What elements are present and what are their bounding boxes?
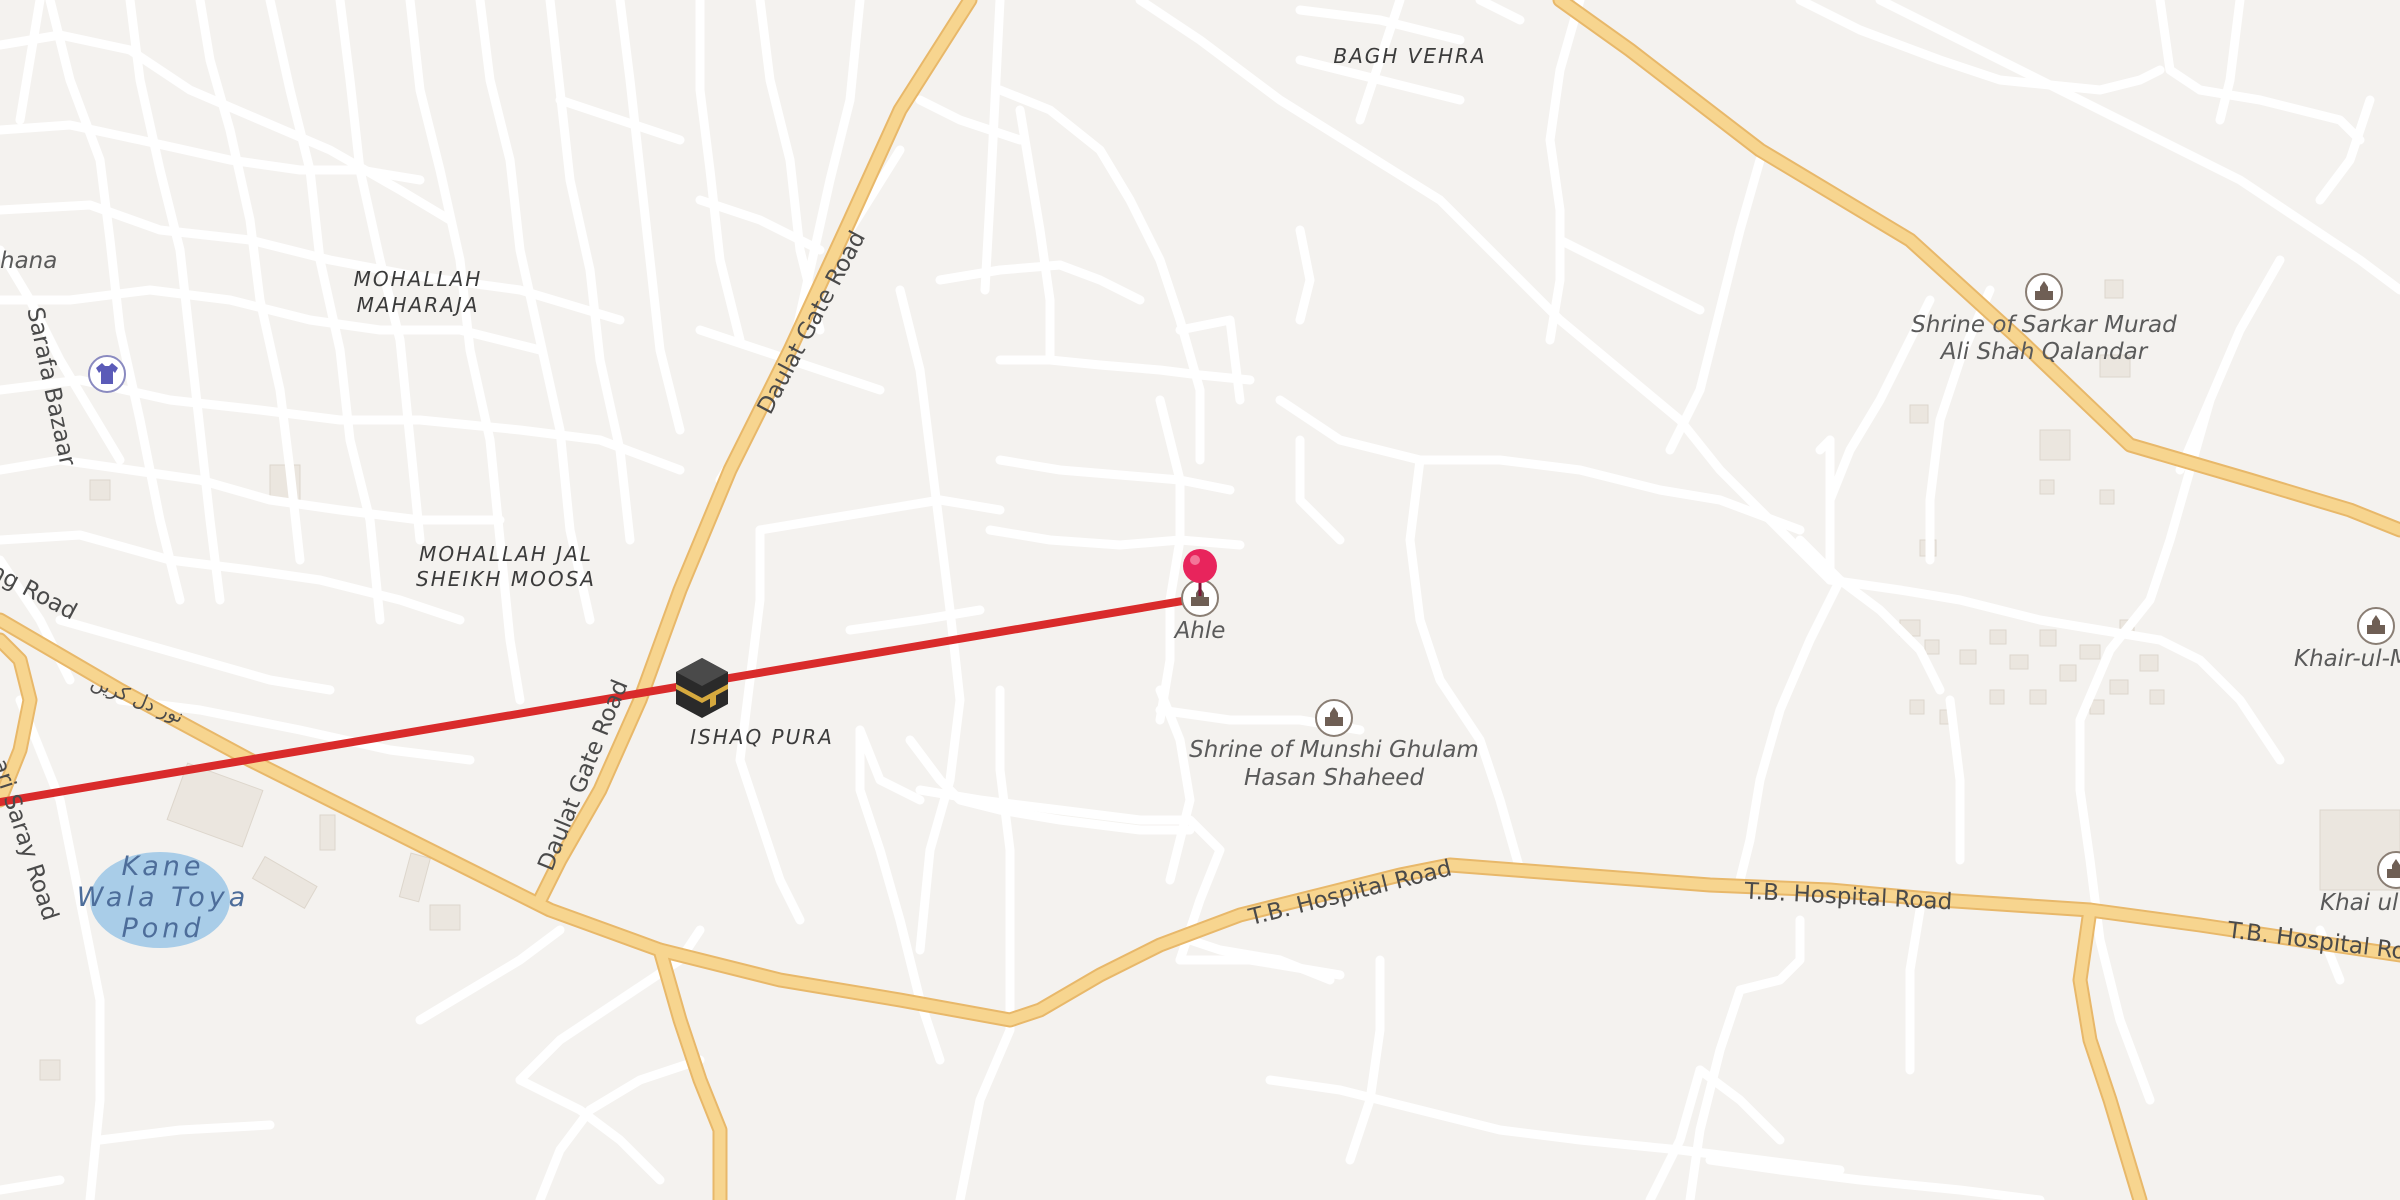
water-label-pond-3: Pond [121, 913, 204, 944]
water-label-pond-1: Kane [121, 851, 204, 882]
poi-label-ahle: Ahle [1173, 618, 1226, 644]
area-label-shana: hana [0, 248, 57, 274]
poi-label-shrine-munshi-1: Shrine of Munshi Ghulam [1189, 737, 1479, 763]
shrine-icon[interactable] [2025, 273, 2063, 311]
area-label-ishaq-pura: ISHAQ PURA [690, 725, 834, 749]
water-label-pond-2: Wala Toya [77, 882, 250, 913]
poi-label-khair: Khair-ul-M [2294, 646, 2400, 672]
poi-label-shrine-sarkar-1: Shrine of Sarkar Murad [1911, 312, 2177, 338]
poi-label-khai: Khai ul [2320, 890, 2399, 916]
area-label-mohallah-maharaja-2: MAHARAJA [357, 293, 480, 317]
poi-label-shrine-munshi-2: Hasan Shaheed [1244, 765, 1425, 791]
shrine-icon[interactable] [2357, 607, 2395, 645]
area-label-bagh-vehra: BAGH VEHRA [1333, 44, 1486, 68]
area-label-mohallah-jal-2: SHEIKH MOOSA [416, 567, 596, 591]
clothes-shop-icon[interactable] [88, 355, 126, 393]
area-label-mohallah-jal-1: MOHALLAH JAL [419, 542, 593, 566]
area-label-mohallah-maharaja-1: MOHALLAH [354, 267, 483, 291]
shrine-icon[interactable] [1315, 699, 1353, 737]
poi-label-shrine-sarkar-2: Ali Shah Qalandar [1939, 339, 2149, 365]
map-canvas[interactable]: BAGH VEHRA MOHALLAH MAHARAJA MOHALLAH JA… [0, 0, 2400, 1200]
